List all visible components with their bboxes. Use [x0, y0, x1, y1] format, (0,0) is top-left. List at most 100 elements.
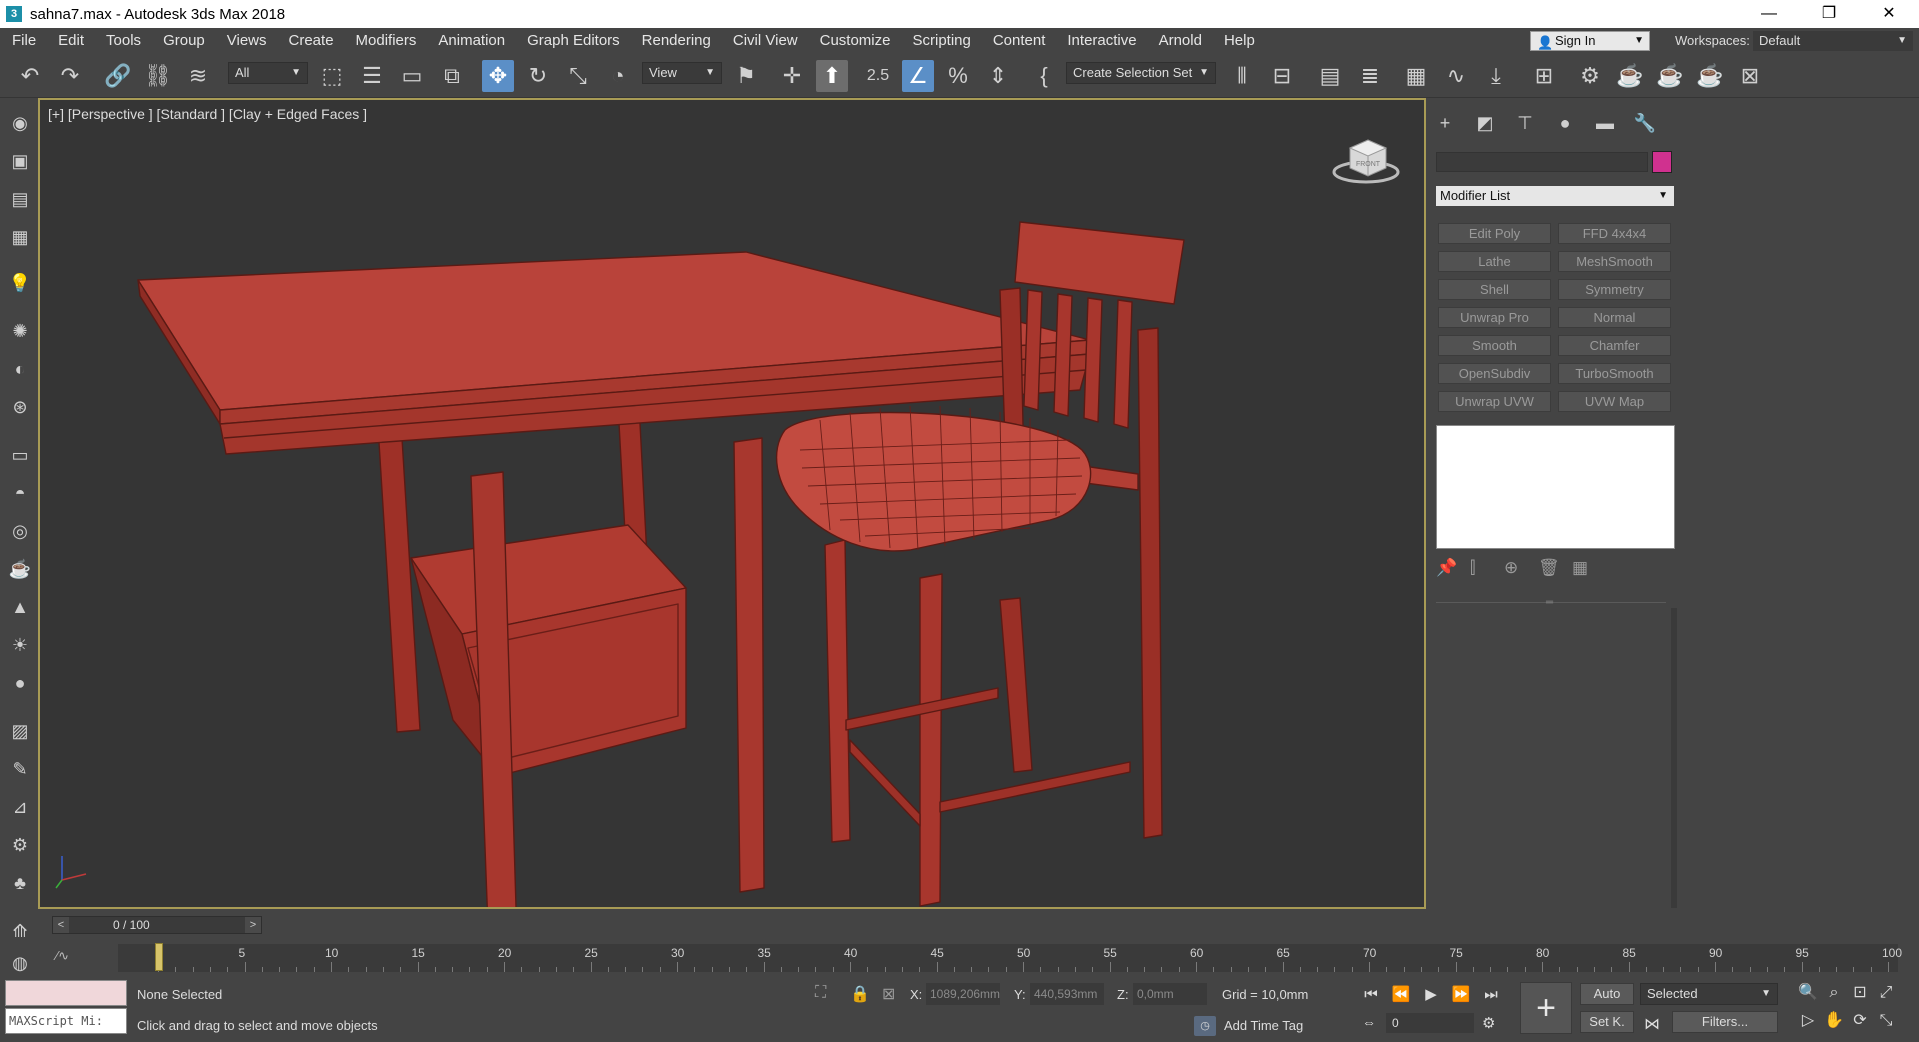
cone-icon[interactable]: ▲: [7, 594, 33, 620]
perspective-viewport[interactable]: [+] [Perspective ] [Standard ] [Clay + E…: [38, 98, 1426, 909]
bone-icon[interactable]: ⊿: [7, 794, 33, 820]
menu-create[interactable]: Create: [278, 28, 345, 54]
light-icon[interactable]: 💡: [7, 270, 33, 296]
default-in-out-tangents-icon[interactable]: ⋈: [1644, 1014, 1660, 1034]
menu-graph-editors[interactable]: Graph Editors: [516, 28, 631, 54]
snaps-toggle-icon[interactable]: 2.5: [862, 60, 894, 92]
close-button[interactable]: ✕: [1859, 0, 1919, 28]
menu-customize[interactable]: Customize: [809, 28, 902, 54]
x-coord-field[interactable]: 1089,206mm: [926, 983, 1000, 1005]
layer-explorer-icon[interactable]: ≣: [1354, 60, 1386, 92]
modifier-unwrap-pro-button[interactable]: Unwrap Pro: [1438, 307, 1551, 328]
restore-button[interactable]: ❐: [1799, 0, 1859, 28]
modifier-symmetry-button[interactable]: Symmetry: [1558, 279, 1671, 300]
film-icon[interactable]: ⊛: [7, 394, 33, 420]
isolate-selection-icon[interactable]: ⛶: [815, 984, 826, 1002]
configure-modifier-sets-icon[interactable]: ▦: [1572, 558, 1606, 582]
render-setup-icon[interactable]: ⚙: [1574, 60, 1606, 92]
zoom-icon[interactable]: 🔍: [1796, 982, 1820, 1004]
link-icon[interactable]: 🔗: [102, 60, 134, 92]
key-filters-button[interactable]: Filters...: [1672, 1011, 1778, 1033]
auto-key-button[interactable]: Auto: [1580, 983, 1634, 1005]
material-editor-icon[interactable]: ⊞: [1528, 60, 1560, 92]
modifier-opensubdiv-button[interactable]: OpenSubdiv: [1438, 363, 1551, 384]
timeline-track[interactable]: 5 10 15 20 25 30 35 40 45 50 55 60 65 70 75 80 85 90 95 100: [118, 944, 1902, 972]
go-to-end-icon[interactable]: ⏭: [1478, 984, 1504, 1006]
redo-icon[interactable]: ↷: [54, 60, 86, 92]
render-in-cloud-icon[interactable]: ⊠: [1734, 60, 1766, 92]
percent-snap-icon[interactable]: %: [942, 60, 974, 92]
torus-icon[interactable]: ◎: [7, 518, 33, 544]
sphere-icon[interactable]: ◓: [7, 480, 33, 506]
modifier-ffd-button[interactable]: FFD 4x4x4: [1558, 223, 1671, 244]
select-and-move-icon[interactable]: ✥: [482, 60, 514, 92]
display-tab-icon[interactable]: ▬: [1592, 110, 1618, 136]
key-mode-toggle-icon[interactable]: ⇔: [1362, 1014, 1376, 1030]
modifier-chamfer-button[interactable]: Chamfer: [1558, 335, 1671, 356]
motion-tab-icon[interactable]: ●: [1552, 110, 1578, 136]
keyboard-shortcut-override-icon[interactable]: ⬆: [816, 60, 848, 92]
maxscript-mini-listener[interactable]: MAXScript Mi:: [5, 1008, 127, 1034]
spinner-snap-icon[interactable]: ⇕: [982, 60, 1014, 92]
ribbon-toggle-icon[interactable]: ▦: [1400, 60, 1432, 92]
selection-filter-dropdown[interactable]: All ▼: [228, 62, 308, 84]
gear-icon[interactable]: ⚙: [7, 832, 33, 858]
menu-file[interactable]: File: [0, 28, 47, 54]
render-iterative-icon[interactable]: ☕: [1694, 60, 1726, 92]
z-coord-field[interactable]: 0,0mm: [1133, 983, 1207, 1005]
angle-snap-toggle-icon[interactable]: ∠: [902, 60, 934, 92]
hair-fur-icon[interactable]: ⟰: [7, 918, 33, 944]
utilities-tab-icon[interactable]: 🔧: [1632, 110, 1658, 136]
teapot-icon[interactable]: ☕: [7, 556, 33, 582]
select-object-icon[interactable]: ⬚: [316, 60, 348, 92]
modifier-meshsmooth-button[interactable]: MeshSmooth: [1558, 251, 1671, 272]
zoom-all-icon[interactable]: ⌕: [1822, 982, 1846, 1004]
y-coord-field[interactable]: 440,593mm: [1030, 983, 1104, 1005]
viewport-layout-icon[interactable]: ◉: [7, 110, 33, 136]
rotate-view-icon[interactable]: ◐: [7, 356, 33, 382]
helper-icon[interactable]: ✎: [7, 756, 33, 782]
modifier-normal-button[interactable]: Normal: [1558, 307, 1671, 328]
viewcube[interactable]: FRONT: [1330, 130, 1400, 193]
modifier-turbosmooth-button[interactable]: TurboSmooth: [1558, 363, 1671, 384]
edit-named-selection-icon[interactable]: {: [1028, 60, 1060, 92]
select-and-scale-icon[interactable]: ⤡: [562, 60, 594, 92]
show-end-result-icon[interactable]: ⫿: [1470, 558, 1504, 582]
geosphere-icon[interactable]: ●: [7, 670, 33, 696]
menu-help[interactable]: Help: [1213, 28, 1266, 54]
menu-group[interactable]: Group: [152, 28, 216, 54]
menu-edit[interactable]: Edit: [47, 28, 95, 54]
menu-interactive[interactable]: Interactive: [1056, 28, 1147, 54]
scene-explorer-icon[interactable]: ▤: [1314, 60, 1346, 92]
modifier-uvw-map-button[interactable]: UVW Map: [1558, 391, 1671, 412]
time-configuration-icon[interactable]: ⚙: [1482, 1014, 1495, 1032]
open-mini-curve-editor-icon[interactable]: ⁄∿: [56, 948, 69, 964]
manipulate-icon[interactable]: ✛: [776, 60, 808, 92]
workspace-select[interactable]: Default ▼: [1753, 31, 1913, 51]
menu-arnold[interactable]: Arnold: [1148, 28, 1213, 54]
minimize-button[interactable]: —: [1739, 0, 1799, 28]
modifier-lathe-button[interactable]: Lathe: [1438, 251, 1551, 272]
sign-in-dropdown[interactable]: 👤 Sign In ▼: [1530, 31, 1650, 51]
curve-editor-icon[interactable]: ∿: [1440, 60, 1472, 92]
panel-scrollbar[interactable]: [1671, 608, 1677, 908]
object-color-swatch[interactable]: [1652, 151, 1672, 173]
menu-content[interactable]: Content: [982, 28, 1057, 54]
menu-scripting[interactable]: Scripting: [901, 28, 981, 54]
orbit-icon[interactable]: ⟳: [1848, 1010, 1872, 1032]
pan-view-icon[interactable]: ✋: [1822, 1010, 1846, 1032]
menu-views[interactable]: Views: [216, 28, 278, 54]
box-icon[interactable]: ▭: [7, 442, 33, 468]
rectangular-selection-icon[interactable]: ▭: [396, 60, 428, 92]
mirror-icon[interactable]: ⫴: [1226, 60, 1258, 92]
select-and-rotate-icon[interactable]: ↻: [522, 60, 554, 92]
select-and-place-icon[interactable]: ◔: [602, 60, 634, 92]
bind-space-warp-icon[interactable]: ≋: [182, 60, 214, 92]
modifier-unwrap-uvw-button[interactable]: Unwrap UVW: [1438, 391, 1551, 412]
set-key-button[interactable]: Set K.: [1580, 1011, 1634, 1033]
layer-list-icon[interactable]: ▦: [7, 224, 33, 250]
undo-icon[interactable]: ↶: [14, 60, 46, 92]
time-slider[interactable]: < 0 / 100 >: [52, 916, 262, 934]
previous-frame-button[interactable]: <: [53, 917, 69, 933]
object-name-field[interactable]: [1436, 152, 1648, 172]
